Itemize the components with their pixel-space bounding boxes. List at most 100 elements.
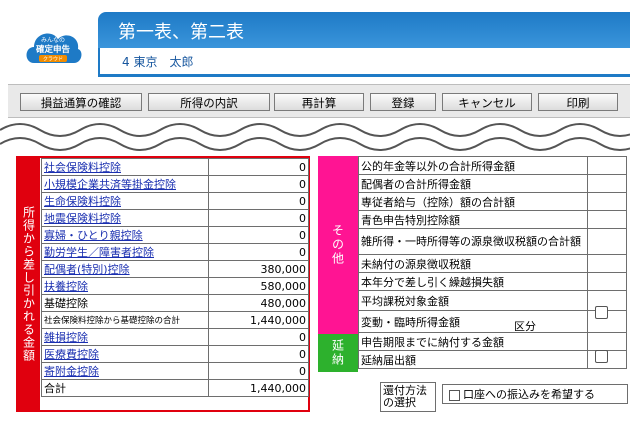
other-row-label: 変動・臨時所得金額 [358,310,588,333]
other-row-label: 公的年金等以外の合計所得金額 [358,156,588,175]
deduction-life-insurance-link[interactable]: 生命保険料控除 [40,192,210,210]
ennou-row-label: 申告期限までに納付する金額 [358,332,588,351]
deduction-value: 0 [208,328,309,346]
table-row: 本年分で差し引く繰越損失額 [358,272,627,291]
deduction-total-label: 合計 [40,379,210,397]
other-row-label: 本年分で差し引く繰越損失額 [358,272,588,291]
table-row: 合計 1,440,000 [40,379,309,397]
other-table: 公的年金等以外の合計所得金額 配偶者の合計所得金額 専従者給与（控除）額の合計額… [358,156,627,369]
deduction-casualty-link[interactable]: 雑損控除 [40,328,210,346]
deduction-student-disabled-link[interactable]: 勤労学生／障害者控除 [40,243,210,261]
other-panel: その他 延納 公的年金等以外の合計所得金額 配偶者の合計所得金額 専従者給与（控… [318,156,630,412]
user-bar: 4 東京 太郎 [98,48,630,74]
page-title: 第一表、第二表 [118,22,244,43]
loss-offset-check-button[interactable]: 損益通算の確認 [20,93,142,111]
deduction-spouse-link[interactable]: 配偶者(特別)控除 [40,260,210,278]
deduction-value: 0 [208,209,309,227]
table-row: 申告期限までに納付する金額 [358,332,627,351]
logo-line2: 確定申告 [35,44,71,55]
deduction-value: 0 [208,345,309,363]
table-row: 小規模企業共済等掛金控除 0 [40,175,309,193]
deduction-total-value: 1,440,000 [208,379,309,397]
deductions-panel: 所得から差し引かれる金額 社会保険料控除 0 小規模企業共済等掛金控除 0 生命保険… [16,156,310,412]
deduction-basic-label: 基礎控除 [40,294,210,312]
header-divider [98,74,630,77]
other-row-value [587,228,627,255]
title-bar: 第一表、第二表 [98,12,630,48]
deduction-value: 0 [208,158,309,176]
deductions-side-label: 所得から差し引かれる金額 [18,158,40,410]
toolbar: 損益通算の確認 所得の内訳 再計算 登録 キャンセル 印刷 [8,84,630,118]
other-row-label: 雑所得・一時所得等の源泉徴収税額の合計額 [358,228,588,255]
deduction-value: 0 [208,226,309,244]
user-number: 4 [122,55,130,69]
logo-line1: みんなの [41,37,65,44]
other-row-value [587,210,627,229]
user-info: 4 東京 太郎 [122,53,193,70]
deferred-payment-checkbox[interactable] [595,350,608,363]
cancel-button[interactable]: キャンセル [442,93,532,111]
deduction-value: 580,000 [208,277,309,295]
deduction-value: 0 [208,362,309,380]
table-row: 変動・臨時所得金額 [358,310,627,333]
other-row-value [587,156,627,175]
deduction-value: 0 [208,175,309,193]
deduction-widow-link[interactable]: 寡婦・ひとり親控除 [40,226,210,244]
table-row: 平均課税対象金額 [358,290,627,311]
other-row-value [587,174,627,193]
deduction-value: 0 [208,243,309,261]
app-header: みんなの 確定申告 クラウド 第一表、第二表 4 東京 太郎 [0,0,630,80]
other-section-label: その他 [318,156,358,334]
deduction-social-insurance-link[interactable]: 社会保険料控除 [40,158,210,176]
table-row: 専従者給与（控除）額の合計額 [358,192,627,211]
wave-divider [0,123,630,151]
print-button[interactable]: 印刷 [538,93,618,111]
income-breakdown-button[interactable]: 所得の内訳 [148,93,270,111]
deduction-donation-link[interactable]: 寄附金控除 [40,362,210,380]
other-row-label: 配偶者の合計所得金額 [358,174,588,193]
table-row: 青色申告特別控除額 [358,210,627,229]
register-button[interactable]: 登録 [370,93,436,111]
table-row: 配偶者(特別)控除 380,000 [40,260,309,278]
other-row-label: 専従者給与（控除）額の合計額 [358,192,588,211]
deferred-section-label: 延納 [318,334,358,372]
table-row: 寡婦・ひとり親控除 0 [40,226,309,244]
app-logo: みんなの 確定申告 クラウド [26,33,82,63]
table-row: 公的年金等以外の合計所得金額 [358,156,627,175]
table-row: 配偶者の合計所得金額 [358,174,627,193]
user-name: 東京 太郎 [133,55,194,69]
deduction-value: 380,000 [208,260,309,278]
table-row: 社会保険料控除 0 [40,158,309,176]
deduction-subtotal-label: 社会保険料控除から基礎控除の合計 [40,311,210,329]
other-row-label: 平均課税対象金額 [358,290,588,311]
table-row: 社会保険料控除から基礎控除の合計 1,440,000 [40,311,309,329]
table-row: 扶養控除 580,000 [40,277,309,295]
deduction-value: 1,440,000 [208,311,309,329]
table-row: 延納届出額 [358,350,627,369]
table-row: 雑所得・一時所得等の源泉徴収税額の合計額 [358,228,627,255]
logo-line3: クラウド [43,56,63,63]
kubun-label: 区分 [514,320,536,333]
table-row: 寄附金控除 0 [40,362,309,380]
table-row: 生命保険料控除 0 [40,192,309,210]
deduction-value: 0 [208,192,309,210]
other-row-label: 未納付の源泉徴収税額 [358,254,588,273]
refund-option-label: 口座への振込みを希望する [463,388,595,401]
other-row-label: 青色申告特別控除額 [358,210,588,229]
table-row: 医療費控除 0 [40,345,309,363]
table-row: 雑損控除 0 [40,328,309,346]
deduction-value: 480,000 [208,294,309,312]
deduction-medical-link[interactable]: 医療費控除 [40,345,210,363]
bank-transfer-checkbox[interactable] [449,390,460,401]
other-row-value [587,254,627,273]
average-taxation-checkbox[interactable] [595,306,608,319]
deduction-earthquake-link[interactable]: 地震保険料控除 [40,209,210,227]
deduction-dependents-link[interactable]: 扶養控除 [40,277,210,295]
recalculate-button[interactable]: 再計算 [274,93,364,111]
ennou-row-label: 延納届出額 [358,350,588,369]
other-row-value [587,192,627,211]
refund-method-select[interactable]: 口座への振込みを希望する [442,384,628,404]
deductions-table: 社会保険料控除 0 小規模企業共済等掛金控除 0 生命保険料控除 0 地震保険料控除 0… [40,158,309,397]
table-row: 勤労学生／障害者控除 0 [40,243,309,261]
deduction-small-business-link[interactable]: 小規模企業共済等掛金控除 [40,175,210,193]
